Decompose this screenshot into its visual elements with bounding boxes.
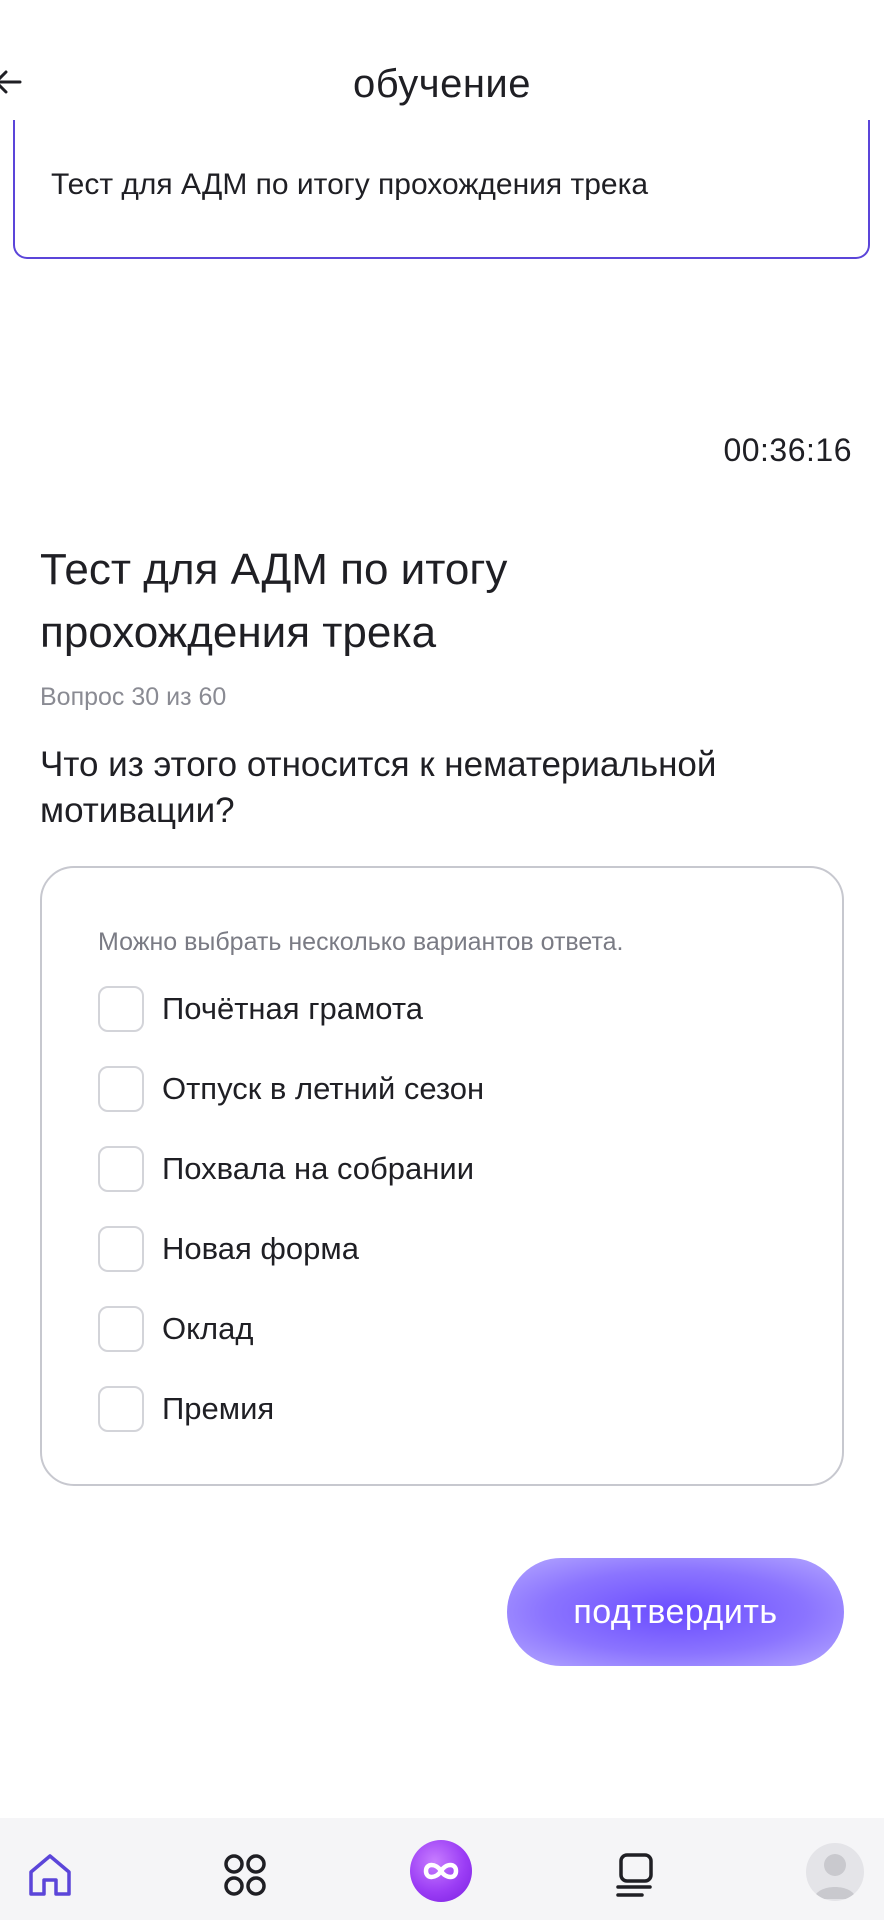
test-title: Тест для АДМ по итогу прохождения трека: [40, 545, 508, 657]
option-label: Отпуск в летний сезон: [162, 1071, 485, 1106]
checkbox[interactable]: [98, 1146, 144, 1192]
test-banner-text: Тест для АДМ по итогу прохождения трека: [51, 168, 649, 201]
confirm-button[interactable]: подтвердить: [507, 1558, 844, 1666]
infinity-icon: [423, 1862, 459, 1880]
home-icon: [29, 1854, 71, 1896]
nav-profile[interactable]: [806, 1843, 864, 1901]
nav-documents[interactable]: [612, 1850, 662, 1900]
nav-catalog[interactable]: [220, 1850, 270, 1900]
answer-option-4[interactable]: Новая форма: [98, 1226, 359, 1272]
question-text: Что из этого относится к нематериальной …: [40, 745, 717, 830]
answer-option-5[interactable]: Оклад: [98, 1306, 253, 1352]
option-label: Почётная грамота: [162, 991, 423, 1026]
checkbox[interactable]: [98, 986, 144, 1032]
question-counter: Вопрос 30 из 60: [40, 683, 227, 711]
test-banner[interactable]: Тест для АДМ по итогу прохождения трека: [13, 120, 870, 259]
option-label: Оклад: [162, 1311, 254, 1346]
answer-option-6[interactable]: Премия: [98, 1386, 274, 1432]
option-label: Новая форма: [162, 1231, 359, 1266]
checkbox[interactable]: [98, 1386, 144, 1432]
checkbox[interactable]: [98, 1066, 144, 1112]
document-list-icon: [616, 1853, 653, 1897]
answers-card: Можно выбрать несколько вариантов ответа…: [40, 866, 844, 1486]
answer-option-2[interactable]: Отпуск в летний сезон: [98, 1066, 484, 1112]
answer-option-1[interactable]: Почётная грамота: [98, 986, 423, 1032]
checkbox[interactable]: [98, 1226, 144, 1272]
page-title: обучение: [352, 62, 532, 106]
answers-hint: Можно выбрать несколько вариантов ответа…: [98, 928, 624, 956]
bottom-navigation: [0, 1818, 884, 1920]
grid-icon: [224, 1854, 266, 1896]
answer-option-3[interactable]: Похвала на собрании: [98, 1146, 474, 1192]
avatar-icon: [814, 1854, 856, 1899]
option-label: Похвала на собрании: [162, 1151, 475, 1186]
app-header: обучение: [0, 0, 884, 140]
checkbox[interactable]: [98, 1306, 144, 1352]
timer: 00:36:16: [723, 432, 852, 468]
nav-main-action[interactable]: [410, 1840, 472, 1902]
nav-home[interactable]: [25, 1850, 75, 1900]
option-label: Премия: [162, 1391, 275, 1426]
